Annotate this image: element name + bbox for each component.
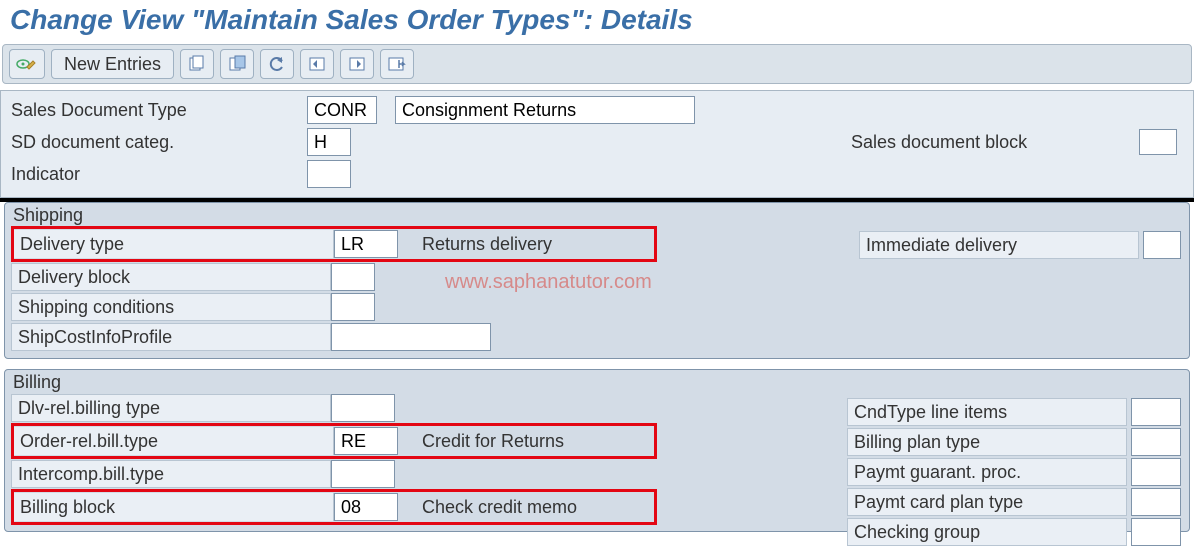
header-block: Sales Document Type SD document categ. S… xyxy=(0,90,1194,198)
paymt-guarant-proc-input[interactable] xyxy=(1131,458,1181,486)
sd-doc-categ-input[interactable] xyxy=(307,128,351,156)
delivery-type-input[interactable] xyxy=(334,230,398,258)
billing-plan-type-input[interactable] xyxy=(1131,428,1181,456)
shipping-conditions-input[interactable] xyxy=(331,293,375,321)
toolbar: New Entries xyxy=(2,44,1192,84)
billing-block-input[interactable] xyxy=(334,493,398,521)
billing-right-column: CndType line items Billing plan type Pay… xyxy=(847,398,1181,546)
delivery-block-label: Delivery block xyxy=(11,263,331,291)
sales-doc-type-label: Sales Document Type xyxy=(7,100,307,121)
other-entry-button[interactable] xyxy=(380,49,414,79)
indicator-label: Indicator xyxy=(7,164,307,185)
dlv-rel-bill-type-label: Dlv-rel.billing type xyxy=(11,394,331,422)
billing-block-label: Billing block xyxy=(14,493,334,521)
paymt-card-plan-type-input[interactable] xyxy=(1131,488,1181,516)
order-rel-bill-type-label: Order-rel.bill.type xyxy=(14,427,334,455)
previous-entry-button[interactable] xyxy=(300,49,334,79)
cndtype-line-items-label: CndType line items xyxy=(847,398,1127,426)
undo-button[interactable] xyxy=(260,49,294,79)
cndtype-line-items-input[interactable] xyxy=(1131,398,1181,426)
copy-as-button[interactable] xyxy=(180,49,214,79)
toggle-display-change-button[interactable] xyxy=(9,49,45,79)
sales-doc-type-code-input[interactable] xyxy=(307,96,377,124)
new-entries-button[interactable]: New Entries xyxy=(51,49,174,79)
checking-group-input[interactable] xyxy=(1131,518,1181,546)
billing-section: Billing Dlv-rel.billing type Order-rel.b… xyxy=(4,369,1190,532)
billing-section-title: Billing xyxy=(5,370,1189,393)
sd-doc-categ-label: SD document categ. xyxy=(7,132,307,153)
billing-plan-type-label: Billing plan type xyxy=(847,428,1127,456)
order-rel-bill-type-input[interactable] xyxy=(334,427,398,455)
paymt-card-plan-type-label: Paymt card plan type xyxy=(847,488,1127,516)
immediate-delivery-label: Immediate delivery xyxy=(859,231,1139,259)
immediate-delivery-input[interactable] xyxy=(1143,231,1181,259)
shipcost-profile-input[interactable] xyxy=(331,323,491,351)
indicator-input[interactable] xyxy=(307,160,351,188)
intercomp-bill-type-input[interactable] xyxy=(331,460,395,488)
paymt-guarant-proc-label: Paymt guarant. proc. xyxy=(847,458,1127,486)
delivery-type-label: Delivery type xyxy=(14,230,334,258)
shipping-conditions-label: Shipping conditions xyxy=(11,293,331,321)
delete-button[interactable] xyxy=(220,49,254,79)
delivery-type-desc: Returns delivery xyxy=(416,234,558,255)
checking-group-label: Checking group xyxy=(847,518,1127,546)
delivery-block-input[interactable] xyxy=(331,263,375,291)
sales-doc-block-input[interactable] xyxy=(1139,129,1177,155)
next-entry-button[interactable] xyxy=(340,49,374,79)
dlv-rel-bill-type-input[interactable] xyxy=(331,394,395,422)
sales-doc-block-label: Sales document block xyxy=(851,132,1131,153)
shipcost-profile-label: ShipCostInfoProfile xyxy=(11,323,331,351)
billing-block-desc: Check credit memo xyxy=(416,497,583,518)
shipping-section-title: Shipping xyxy=(5,203,1189,226)
shipping-section: Shipping Delivery type Returns delivery … xyxy=(4,202,1190,359)
page-title: Change View "Maintain Sales Order Types"… xyxy=(0,0,1194,44)
order-rel-bill-type-desc: Credit for Returns xyxy=(416,431,570,452)
intercomp-bill-type-label: Intercomp.bill.type xyxy=(11,460,331,488)
sales-doc-type-desc-input[interactable] xyxy=(395,96,695,124)
